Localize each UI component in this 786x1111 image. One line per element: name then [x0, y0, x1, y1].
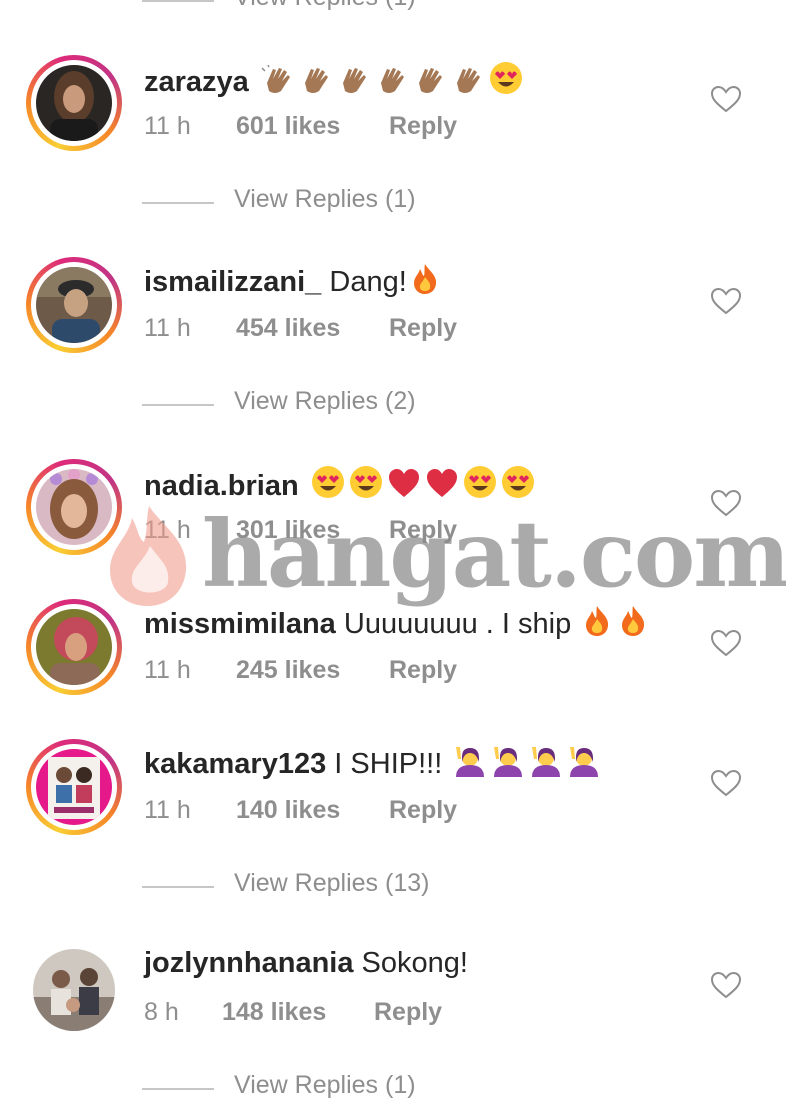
fire-icon: [583, 605, 611, 645]
clapping-hands-icon: [337, 65, 371, 103]
heart-eyes-face-icon: [349, 465, 383, 507]
heart-eyes-face-icon: [501, 465, 535, 507]
timestamp: 8 h: [144, 998, 179, 1026]
divider: [142, 1088, 214, 1090]
likes-count[interactable]: 245 likes: [236, 656, 340, 685]
avatar[interactable]: [26, 459, 122, 555]
comment-text: zarazya: [144, 61, 523, 103]
divider: [142, 886, 214, 888]
reply-button[interactable]: Reply: [389, 112, 457, 141]
reply-button[interactable]: Reply: [389, 796, 457, 825]
reply-button[interactable]: Reply: [389, 516, 457, 545]
reply-button[interactable]: Reply: [389, 656, 457, 685]
avatar[interactable]: [26, 257, 122, 353]
fire-icon: [411, 263, 439, 303]
heart-eyes-face-icon: [489, 61, 523, 103]
avatar-photo: [36, 749, 112, 825]
like-heart-icon[interactable]: [710, 628, 742, 658]
timestamp: 11 h: [144, 314, 191, 342]
timestamp: 11 h: [144, 656, 191, 684]
timestamp: 11 h: [144, 796, 191, 824]
like-heart-icon[interactable]: [710, 286, 742, 316]
view-replies-label: View Replies (13): [234, 869, 430, 897]
clapping-hands-icon: [413, 65, 447, 103]
username[interactable]: jozlynnhanania: [144, 947, 353, 979]
like-heart-icon[interactable]: [710, 970, 742, 1000]
view-replies-label: View Replies (1): [234, 0, 416, 12]
comment-row: ismailizzani_ Dang! 11 h 454 likes Reply: [0, 257, 786, 367]
comment-row: nadia.brian 11 h 301 likes Reply: [0, 459, 786, 569]
view-replies-label: View Replies (1): [234, 1071, 416, 1099]
username[interactable]: kakamary123: [144, 748, 326, 780]
username[interactable]: ismailizzani_: [144, 266, 321, 298]
likes-count[interactable]: 148 likes: [222, 998, 326, 1027]
clapping-hands-icon: [375, 65, 409, 103]
clapping-hands-icon: [299, 65, 333, 103]
view-replies-label: View Replies (1): [234, 185, 416, 213]
username[interactable]: missmimilana: [144, 608, 336, 640]
comment-text: jozlynnhanania Sokong!: [144, 947, 468, 980]
comment-row: missmimilana Uuuuuuuu . I ship 11 h 245 …: [0, 599, 786, 709]
avatar[interactable]: [33, 949, 115, 1031]
likes-count[interactable]: 301 likes: [236, 516, 340, 545]
timestamp: 11 h: [144, 112, 191, 140]
avatar-photo: [36, 267, 112, 343]
comment-text: nadia.brian: [144, 465, 535, 507]
like-heart-icon[interactable]: [710, 84, 742, 114]
avatar-photo: [33, 949, 115, 1031]
divider: [142, 202, 214, 204]
comment-row: jozlynnhanania Sokong! 8 h 148 likes Rep…: [0, 941, 786, 1051]
likes-count[interactable]: 140 likes: [236, 796, 340, 825]
divider: [142, 0, 214, 2]
person-raising-hand-icon: [528, 745, 562, 785]
comment-row: kakamary123 I SHIP!!! 11 h 140 likes Rep…: [0, 739, 786, 849]
person-raising-hand-icon: [452, 745, 486, 785]
person-raising-hand-icon: [566, 745, 600, 785]
view-replies-label: View Replies (2): [234, 387, 416, 415]
heart-eyes-face-icon: [463, 465, 497, 507]
username[interactable]: zarazya: [144, 66, 249, 98]
comment-row: zarazya 11 h 601 likes Reply: [0, 55, 786, 165]
reply-button[interactable]: Reply: [374, 998, 442, 1027]
likes-count[interactable]: 454 likes: [236, 314, 340, 343]
comment-text: ismailizzani_ Dang!: [144, 263, 439, 303]
comment-body: Sokong!: [361, 947, 468, 979]
comment-text: missmimilana Uuuuuuuu . I ship: [144, 605, 647, 645]
likes-count[interactable]: 601 likes: [236, 112, 340, 141]
clapping-hands-icon: [451, 65, 485, 103]
comment-body: Dang!: [329, 266, 407, 298]
like-heart-icon[interactable]: [710, 488, 742, 518]
avatar[interactable]: [26, 55, 122, 151]
avatar-photo: [36, 609, 112, 685]
avatar-photo: [36, 469, 112, 545]
fire-icon: [619, 605, 647, 645]
avatar-photo: [36, 65, 112, 141]
heart-eyes-face-icon: [311, 465, 345, 507]
person-raising-hand-icon: [490, 745, 524, 785]
reply-button[interactable]: Reply: [389, 314, 457, 343]
clapping-hands-icon: [261, 64, 295, 103]
timestamp: 11 h: [144, 516, 191, 544]
comment-text: kakamary123 I SHIP!!!: [144, 745, 600, 785]
divider: [142, 404, 214, 406]
red-heart-icon: [425, 467, 459, 507]
comment-body: Uuuuuuuu . I ship: [343, 608, 572, 640]
red-heart-icon: [387, 467, 421, 507]
comment-body: I SHIP!!!: [334, 748, 443, 780]
username[interactable]: nadia.brian: [144, 470, 299, 502]
avatar[interactable]: [26, 739, 122, 835]
avatar[interactable]: [26, 599, 122, 695]
like-heart-icon[interactable]: [710, 768, 742, 798]
